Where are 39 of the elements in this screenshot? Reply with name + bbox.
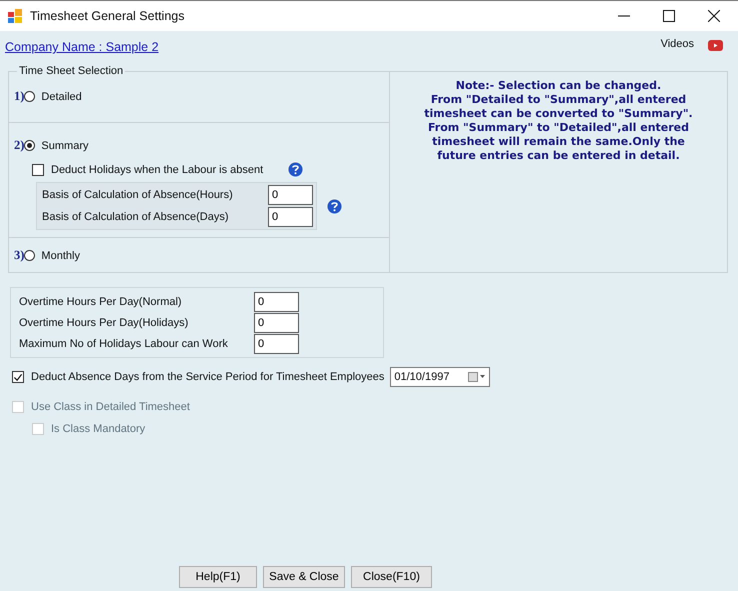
checkbox[interactable] bbox=[32, 164, 44, 176]
input-field[interactable]: 0 bbox=[254, 292, 299, 312]
videos-label: Videos bbox=[660, 38, 694, 50]
note-text: Note:- Selection can be changed. From "Detailed to "Summary",all entered timesheet can be converted to "Summary". From "Summary" to "Detailed",all entered timesheet will remain the same.Only the future entries can be entered in detail. bbox=[424, 79, 693, 164]
field-label: Basis of Calculation of Absence(Hours) bbox=[42, 189, 233, 201]
input-field[interactable]: 0 bbox=[268, 207, 313, 227]
window-title: Timesheet General Settings bbox=[30, 9, 184, 23]
close-icon[interactable] bbox=[708, 10, 720, 22]
radio-button[interactable] bbox=[24, 250, 36, 261]
input-field[interactable]: 0 bbox=[254, 312, 299, 332]
field-label: Overtime Hours Per Day(Holidays) bbox=[19, 316, 188, 328]
video-play-icon[interactable] bbox=[708, 40, 723, 50]
checkbox[interactable] bbox=[12, 371, 24, 383]
field-label: Overtime Hours Per Day(Normal) bbox=[19, 296, 182, 308]
input-field[interactable]: 0 bbox=[254, 334, 299, 354]
radio-label[interactable]: Monthly bbox=[41, 250, 80, 262]
option-number: 3) bbox=[14, 248, 24, 263]
group-title: Time Sheet Selection bbox=[17, 65, 126, 77]
radio-button[interactable] bbox=[24, 91, 36, 102]
radio-label[interactable]: Detailed bbox=[41, 90, 82, 102]
checkbox-label[interactable]: Deduct Holidays when the Labour is absent bbox=[51, 164, 264, 176]
dialog-button[interactable]: Close(F10) bbox=[351, 566, 432, 588]
calendar-dropdown-icon[interactable] bbox=[468, 372, 486, 382]
field-label: Maximum No of Holidays Labour can Work bbox=[19, 338, 228, 350]
radio-button[interactable] bbox=[24, 140, 36, 151]
dialog-button[interactable]: Save & Close bbox=[263, 566, 345, 588]
input-field[interactable]: 0 bbox=[268, 185, 313, 205]
option-number: 1) bbox=[14, 89, 24, 104]
field-label: Basis of Calculation of Absence(Days) bbox=[42, 211, 228, 223]
dialog-button[interactable]: Help(F1) bbox=[179, 566, 257, 588]
checkbox-label[interactable]: Deduct Absence Days from the Service Period for Timesheet Employees bbox=[31, 371, 384, 383]
help-icon[interactable] bbox=[288, 162, 304, 177]
option-number: 2) bbox=[14, 138, 24, 153]
date-picker[interactable]: 01/10/1997 bbox=[390, 367, 490, 387]
app-icon bbox=[8, 9, 22, 23]
radio-label[interactable]: Summary bbox=[41, 140, 88, 152]
maximize-icon[interactable] bbox=[663, 10, 675, 22]
help-icon[interactable] bbox=[327, 198, 342, 214]
company-link[interactable]: Company Name : Sample 2 bbox=[5, 40, 159, 54]
